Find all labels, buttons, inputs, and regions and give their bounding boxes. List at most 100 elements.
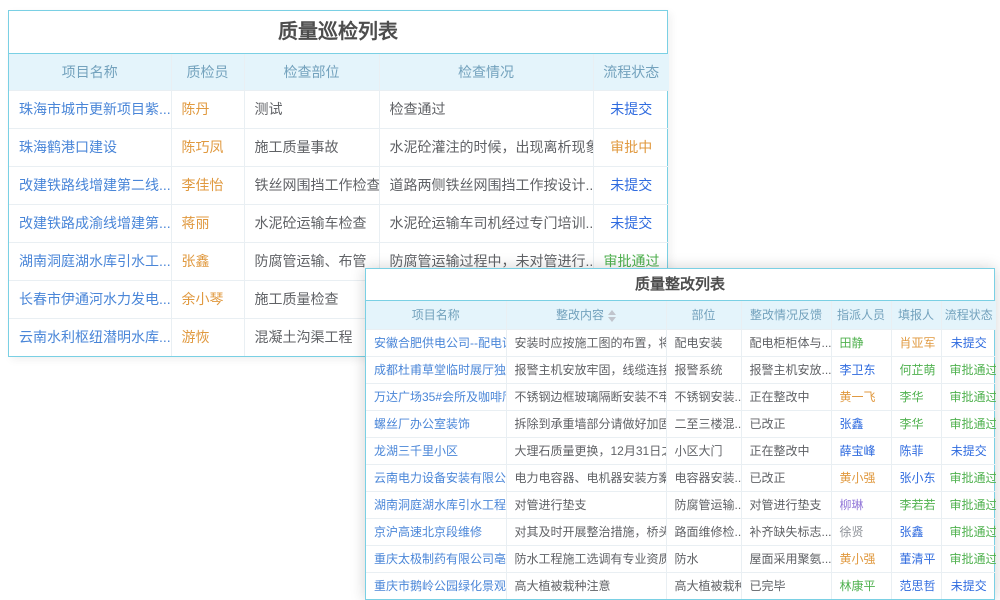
column-header: 项目名称 (366, 301, 506, 329)
process-status-cell: 未提交 (941, 572, 996, 599)
project-link[interactable]: 万达广场35#会所及咖啡厅空... (374, 390, 506, 404)
rectify-content-cell: 高大植被栽种注意 (506, 572, 666, 599)
column-header: 质检员 (171, 54, 244, 90)
inspector-cell: 蒋丽 (171, 204, 244, 242)
filler-cell: 李华 (891, 410, 941, 437)
project-link[interactable]: 京沪高速北京段维修 (374, 525, 482, 539)
part-cell: 高大植被栽种 (666, 572, 741, 599)
project-link[interactable]: 湖南洞庭湖水库引水工... (19, 253, 171, 269)
project-link[interactable]: 长春市伊通河水力发电... (19, 291, 171, 307)
rectify-content-cell: 报警主机安放牢固，线缆连接... (506, 356, 666, 383)
feedback-cell: 正在整改中 (741, 437, 831, 464)
inspection-situation-cell: 检查通过 (379, 90, 593, 128)
inspection-part-cell: 铁丝网围挡工作检查 (244, 166, 379, 204)
feedback-cell: 对管进行垫支 (741, 491, 831, 518)
inspection-table-title: 质量巡检列表 (9, 11, 667, 54)
project-name-cell: 云南电力设备安装有限公司20... (366, 464, 506, 491)
project-name-cell: 改建铁路线增建第二线... (9, 166, 171, 204)
column-header: 整改情况反馈 (741, 301, 831, 329)
table-row: 万达广场35#会所及咖啡厅空...不锈钢边框玻璃隔断安装不牢...不锈钢安装..… (366, 383, 996, 410)
inspector-cell: 游恢 (171, 318, 244, 356)
project-name-cell: 湖南洞庭湖水库引水工程施工1标 (366, 491, 506, 518)
inspector-cell: 陈巧凤 (171, 128, 244, 166)
inspection-situation-cell: 水泥砼运输车司机经过专门培训... (379, 204, 593, 242)
rectification-table-title: 质量整改列表 (366, 269, 994, 301)
rectify-content-cell: 不锈钢边框玻璃隔断安装不牢... (506, 383, 666, 410)
project-link[interactable]: 湖南洞庭湖水库引水工程施工1标 (374, 498, 506, 512)
project-link[interactable]: 云南水利枢纽潜明水库... (19, 329, 171, 345)
project-link[interactable]: 重庆市鹅岭公园绿化景观提升... (374, 579, 506, 593)
project-link[interactable]: 螺丝厂办公室装饰 (374, 417, 470, 431)
project-name-cell: 京沪高速北京段维修 (366, 518, 506, 545)
project-link[interactable]: 安徽合肥供电公司--配电设备... (374, 336, 506, 350)
project-link[interactable]: 珠海市城市更新项目紫... (19, 101, 171, 117)
feedback-cell: 已改正 (741, 464, 831, 491)
process-status-cell: 未提交 (941, 329, 996, 356)
assignee-cell: 田静 (831, 329, 891, 356)
feedback-cell: 报警主机安放... (741, 356, 831, 383)
part-cell: 防水 (666, 545, 741, 572)
table-row: 龙湖三千里小区大理石质量更换，12月31日之...小区大门正在整改中薛宝峰陈菲未… (366, 437, 996, 464)
column-header: 流程状态 (593, 54, 669, 90)
assignee-cell: 李卫东 (831, 356, 891, 383)
filler-cell: 何芷萌 (891, 356, 941, 383)
column-header-label: 整改情况反馈 (750, 308, 822, 322)
rectification-table-card: 质量整改列表 项目名称整改内容部位整改情况反馈指派人员填报人流程状态 安徽合肥供… (365, 268, 995, 600)
part-cell: 电容器安装... (666, 464, 741, 491)
project-link[interactable]: 云南电力设备安装有限公司20... (374, 471, 506, 485)
inspection-part-cell: 施工质量事故 (244, 128, 379, 166)
inspection-part-cell: 施工质量检查 (244, 280, 379, 318)
rectification-table-header: 项目名称整改内容部位整改情况反馈指派人员填报人流程状态 (366, 301, 996, 329)
rectify-content-cell: 拆除到承重墙部分请做好加固... (506, 410, 666, 437)
process-status-cell: 审批通过 (941, 518, 996, 545)
table-row: 云南电力设备安装有限公司20...电力电容器、电机器安装方案...电容器安装..… (366, 464, 996, 491)
process-status-cell: 审批通过 (941, 383, 996, 410)
project-name-cell: 龙湖三千里小区 (366, 437, 506, 464)
filler-cell: 李华 (891, 383, 941, 410)
assignee-cell: 黄一飞 (831, 383, 891, 410)
column-header-label: 指派人员 (837, 308, 885, 322)
column-header-label: 整改内容 (556, 308, 604, 322)
project-name-cell: 珠海市城市更新项目紫... (9, 90, 171, 128)
process-status-cell: 审批通过 (941, 545, 996, 572)
project-link[interactable]: 成都杜甫草堂临时展厅独立展... (374, 363, 506, 377)
project-name-cell: 重庆市鹅岭公园绿化景观提升... (366, 572, 506, 599)
rectify-content-cell: 电力电容器、电机器安装方案... (506, 464, 666, 491)
column-header-label: 填报人 (898, 308, 934, 322)
sort-icon[interactable] (608, 310, 616, 322)
inspector-cell: 李佳怡 (171, 166, 244, 204)
process-status-cell: 审批通过 (941, 410, 996, 437)
table-row: 重庆太极制药有限公司亳州中...防水工程施工选调有专业资质...防水屋面采用聚氨… (366, 545, 996, 572)
rectify-content-cell: 对管进行垫支 (506, 491, 666, 518)
table-row: 螺丝厂办公室装饰拆除到承重墙部分请做好加固...二至三楼混...已改正张鑫李华审… (366, 410, 996, 437)
inspection-part-cell: 测试 (244, 90, 379, 128)
inspection-situation-cell: 道路两侧铁丝网围挡工作按设计... (379, 166, 593, 204)
assignee-cell: 徐贤 (831, 518, 891, 545)
project-link[interactable]: 龙湖三千里小区 (374, 444, 458, 458)
inspector-cell: 张鑫 (171, 242, 244, 280)
process-status-cell: 审批通过 (941, 464, 996, 491)
project-link[interactable]: 重庆太极制药有限公司亳州中... (374, 552, 506, 566)
table-row: 重庆市鹅岭公园绿化景观提升...高大植被栽种注意高大植被栽种已完毕林康平范思哲未… (366, 572, 996, 599)
project-link[interactable]: 珠海鹤港口建设 (19, 139, 117, 155)
process-status-cell: 未提交 (593, 166, 669, 204)
column-header-label: 部位 (691, 308, 715, 322)
rectify-content-cell: 安装时应按施工图的布置，将... (506, 329, 666, 356)
feedback-cell: 已完毕 (741, 572, 831, 599)
column-header: 项目名称 (9, 54, 171, 90)
inspection-table-header: 项目名称质检员检查部位检查情况流程状态 (9, 54, 669, 90)
project-name-cell: 长春市伊通河水力发电... (9, 280, 171, 318)
part-cell: 二至三楼混... (666, 410, 741, 437)
process-status-cell: 未提交 (593, 204, 669, 242)
assignee-cell: 林康平 (831, 572, 891, 599)
inspection-part-cell: 混凝土沟渠工程 (244, 318, 379, 356)
process-status-cell: 未提交 (593, 90, 669, 128)
rectify-content-cell: 对其及时开展整治措施，桥头... (506, 518, 666, 545)
table-row: 湖南洞庭湖水库引水工程施工1标对管进行垫支防腐管运输...对管进行垫支柳琳李若若… (366, 491, 996, 518)
table-row: 京沪高速北京段维修对其及时开展整治措施，桥头...路面维修检...补齐缺失标志.… (366, 518, 996, 545)
project-link[interactable]: 改建铁路成渝线增建第... (19, 215, 171, 231)
rectification-table-body: 安徽合肥供电公司--配电设备...安装时应按施工图的布置，将...配电安装配电柜… (366, 329, 996, 599)
rectify-content-cell: 大理石质量更换，12月31日之... (506, 437, 666, 464)
project-link[interactable]: 改建铁路线增建第二线... (19, 177, 171, 193)
part-cell: 配电安装 (666, 329, 741, 356)
